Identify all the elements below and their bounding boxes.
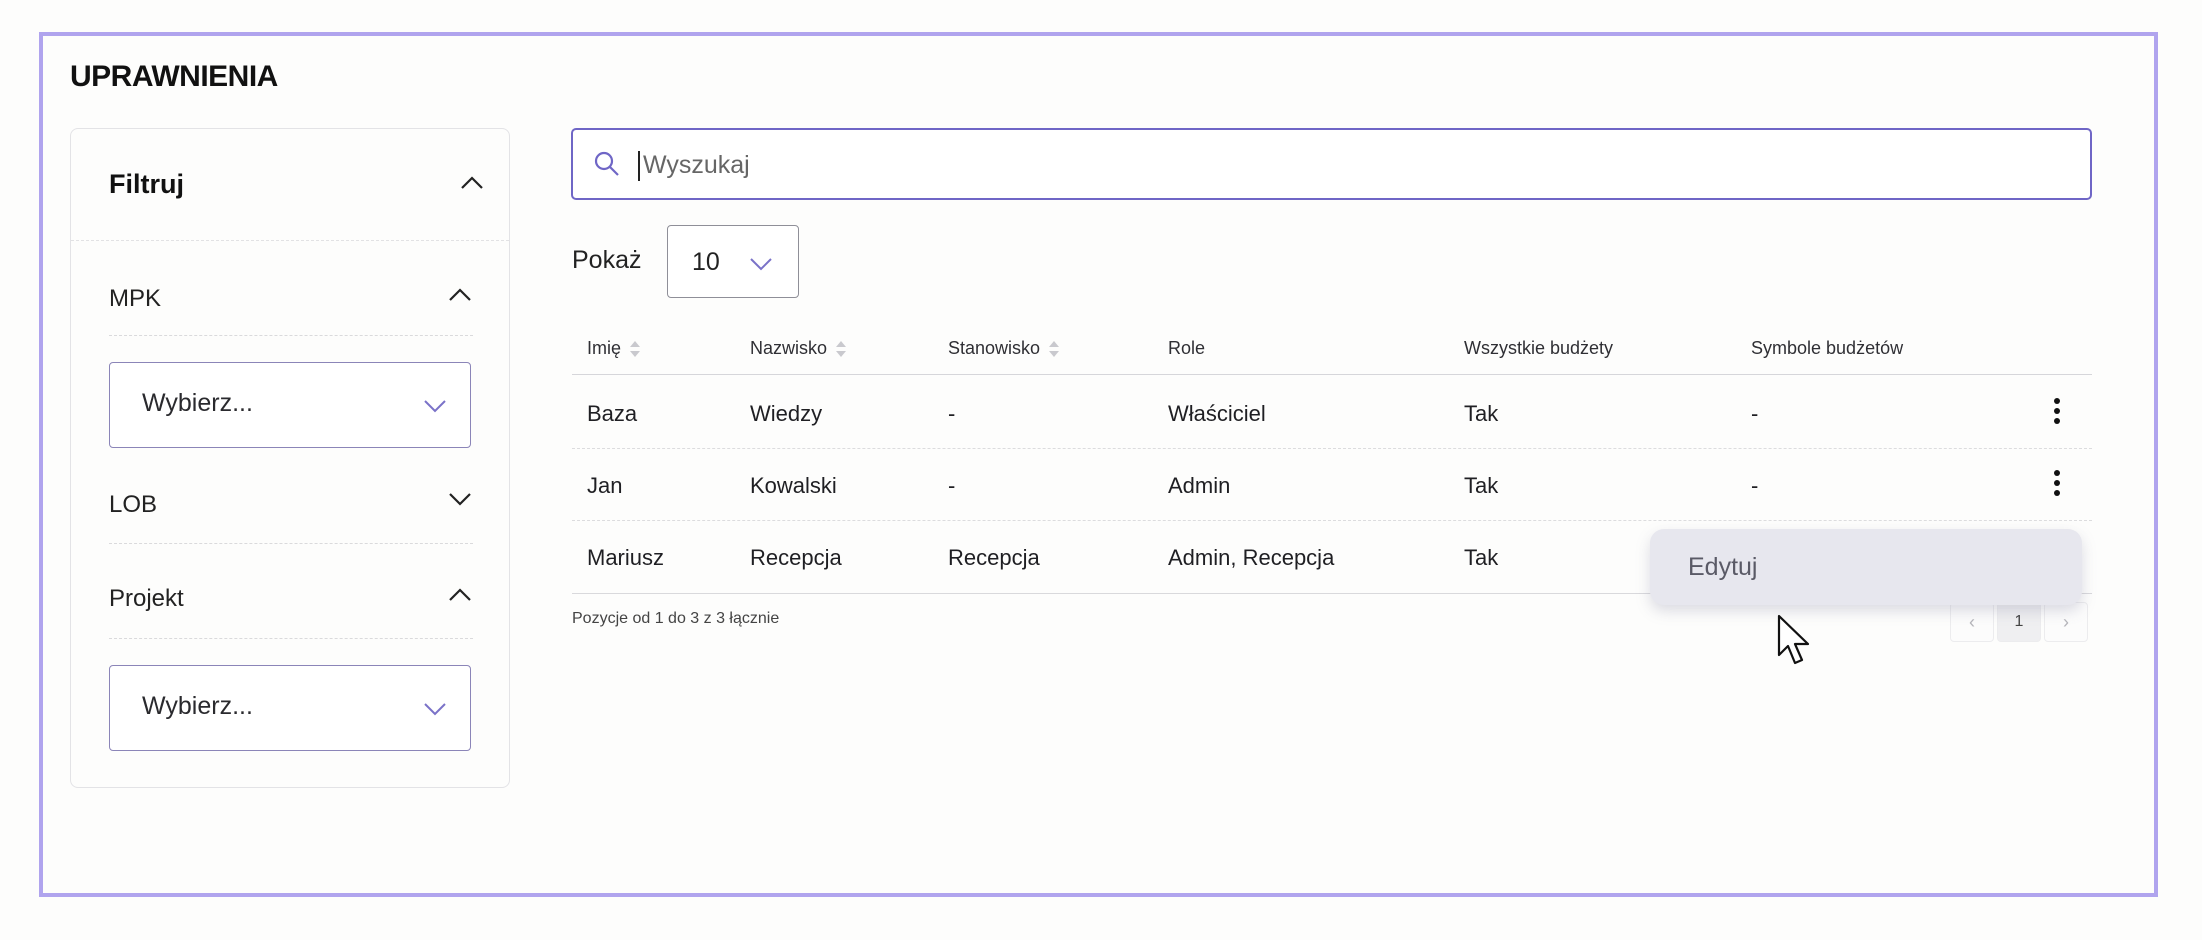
cell-last-name: Wiedzy [750,401,823,426]
cell-budget-symbols: - [1751,473,1759,498]
filter-panel: Filtruj MPK Wybierz... LOB Projekt Wybie… [70,128,510,788]
page-title: UPRAWNIENIA [70,60,278,93]
mouse-pointer-icon [1777,614,1810,665]
row-divider [572,520,2092,521]
column-header-label: Role [1168,338,1206,358]
chevron-down-icon [424,400,446,413]
filter-section-projekt-label[interactable]: Projekt [109,585,184,613]
divider [109,543,473,544]
filter-section-mpk-label[interactable]: MPK [109,285,161,313]
cell-budget-symbols: - [1751,401,1759,426]
pagination-prev-button[interactable]: ‹ [1950,602,1994,642]
column-header-label: Symbole budżetów [1751,338,1904,358]
cell-roles: Właściciel [1168,401,1266,426]
column-header-last-name[interactable]: Nazwisko [750,338,847,359]
column-header-roles: Role [1168,338,1205,359]
page-size-label: Pokaż [572,246,642,274]
more-vertical-icon[interactable] [2052,470,2062,500]
cell-first-name: Jan [587,473,623,498]
chevron-down-icon [750,258,772,271]
row-divider [572,448,2092,449]
filter-panel-title: Filtruj [109,169,184,199]
mpk-select[interactable]: Wybierz... [109,362,471,448]
cell-position: - [948,401,956,426]
cell-first-name: Mariusz [587,545,665,570]
chevron-down-icon[interactable] [447,491,473,507]
mpk-select-placeholder: Wybierz... [142,389,253,417]
cell-last-name: Recepcja [750,545,842,570]
divider [109,638,473,639]
cell-all-budgets: Tak [1464,401,1499,426]
chevron-up-icon[interactable] [447,287,473,303]
cell-last-name: Kowalski [750,473,837,498]
column-header-label: Wszystkie budżety [1464,338,1614,358]
sort-icon[interactable] [1048,340,1060,358]
divider [109,335,473,336]
search-icon [594,151,619,176]
column-header-budget-symbols: Symbole budżetów [1751,338,1903,359]
column-header-label: Imię [587,338,622,358]
cell-roles: Admin, Recepcja [1168,545,1335,570]
column-header-label: Stanowisko [948,338,1041,358]
more-vertical-icon[interactable] [2052,398,2062,428]
chevron-up-icon[interactable] [459,175,485,191]
search-box[interactable] [571,128,2092,200]
sort-icon[interactable] [629,340,641,358]
chevron-down-icon [424,703,446,716]
page-size-value: 10 [692,248,720,276]
text-caret [638,151,640,181]
filter-section-lob-label[interactable]: LOB [109,491,157,519]
cell-position: - [948,473,956,498]
cell-all-budgets: Tak [1464,545,1499,570]
chevron-up-icon[interactable] [447,587,473,603]
projekt-select[interactable]: Wybierz... [109,665,471,751]
sort-icon[interactable] [835,340,847,358]
search-input[interactable] [641,142,2045,188]
column-header-all-budgets: Wszystkie budżety [1464,338,1613,359]
page-size-select[interactable]: 10 [667,225,799,298]
column-header-first-name[interactable]: Imię [587,338,641,359]
column-header-position[interactable]: Stanowisko [948,338,1060,359]
column-header-label: Nazwisko [750,338,828,358]
pagination-page-1[interactable]: 1 [1997,602,2041,642]
cell-first-name: Baza [587,401,638,426]
table-header-divider [572,374,2092,375]
row-context-menu: Edytuj [1650,529,2082,605]
table-info: Pozycje od 1 do 3 z 3 łącznie [572,610,780,627]
filter-panel-header[interactable]: Filtruj [71,129,509,241]
cell-roles: Admin [1168,473,1231,498]
menu-item-edit[interactable]: Edytuj [1688,553,1757,582]
pagination-next-button[interactable]: › [2044,602,2088,642]
projekt-select-placeholder: Wybierz... [142,692,253,720]
cell-all-budgets: Tak [1464,473,1499,498]
cell-position: Recepcja [948,545,1040,570]
